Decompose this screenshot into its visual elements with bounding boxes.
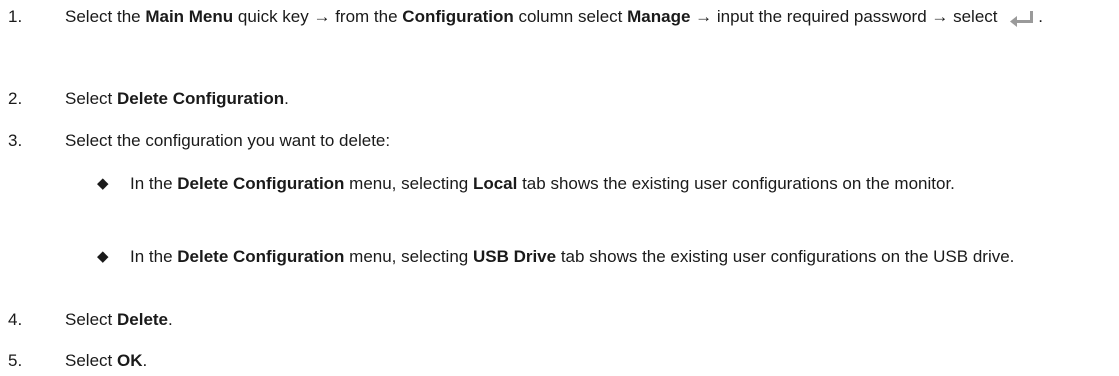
step-text: Select Delete. <box>65 308 1111 332</box>
text-run: Select <box>65 351 117 370</box>
step-number: 3. <box>8 131 23 150</box>
diamond-bullet-icon: ◆ <box>97 175 109 192</box>
enter-icon <box>1008 9 1036 27</box>
substep-text: In the Delete Configuration menu, select… <box>130 172 1110 196</box>
text-run: → input the required password → select <box>690 7 1003 26</box>
ui-term: Delete Configuration <box>177 247 345 266</box>
text-run: quick key → from the <box>233 7 403 26</box>
ui-term: Delete <box>116 310 169 329</box>
text-run: In the <box>130 174 178 193</box>
text-run: Select the <box>65 7 146 26</box>
ui-term: OK <box>116 351 143 370</box>
text-run: menu, selecting <box>344 174 473 193</box>
text-run: . <box>168 310 173 329</box>
step-number: 4. <box>8 310 23 329</box>
ui-term: Main Menu <box>145 7 234 26</box>
text-run: tab shows the existing user configuratio… <box>517 174 955 193</box>
ui-term: Delete Configuration <box>177 174 345 193</box>
text-run: column select <box>513 7 628 26</box>
text-run: Select the configuration you want to del… <box>65 131 391 150</box>
text-run: Select <box>65 89 117 108</box>
step-text: Select the Main Menu quick key → from th… <box>65 5 1085 29</box>
step-number: 1. <box>8 7 23 26</box>
text-run: Select <box>65 310 117 329</box>
step-text: Select OK. <box>65 349 1111 373</box>
ui-term: Local <box>472 174 518 193</box>
text-run: . <box>142 351 148 370</box>
text-run: menu, selecting <box>344 247 473 266</box>
step-text: Select Delete Configuration. <box>65 87 1111 111</box>
text-run: tab shows the existing user configuratio… <box>556 247 1015 266</box>
step-number: 5. <box>8 351 23 370</box>
ui-term: Delete Configuration <box>116 89 285 108</box>
text-run: In the <box>130 247 178 266</box>
diamond-bullet-icon: ◆ <box>97 248 109 265</box>
ui-term: USB Drive <box>472 247 557 266</box>
instruction-list: 1. Select the Main Menu quick key → from… <box>0 0 1119 376</box>
text-run: . <box>1038 7 1043 26</box>
step-text: Select the configuration you want to del… <box>65 129 1111 153</box>
text-run: . <box>284 89 289 108</box>
substep-text: In the Delete Configuration menu, select… <box>130 245 1060 269</box>
ui-term: Configuration <box>402 7 514 26</box>
step-number: 2. <box>8 89 23 108</box>
ui-term: Manage <box>627 7 691 26</box>
